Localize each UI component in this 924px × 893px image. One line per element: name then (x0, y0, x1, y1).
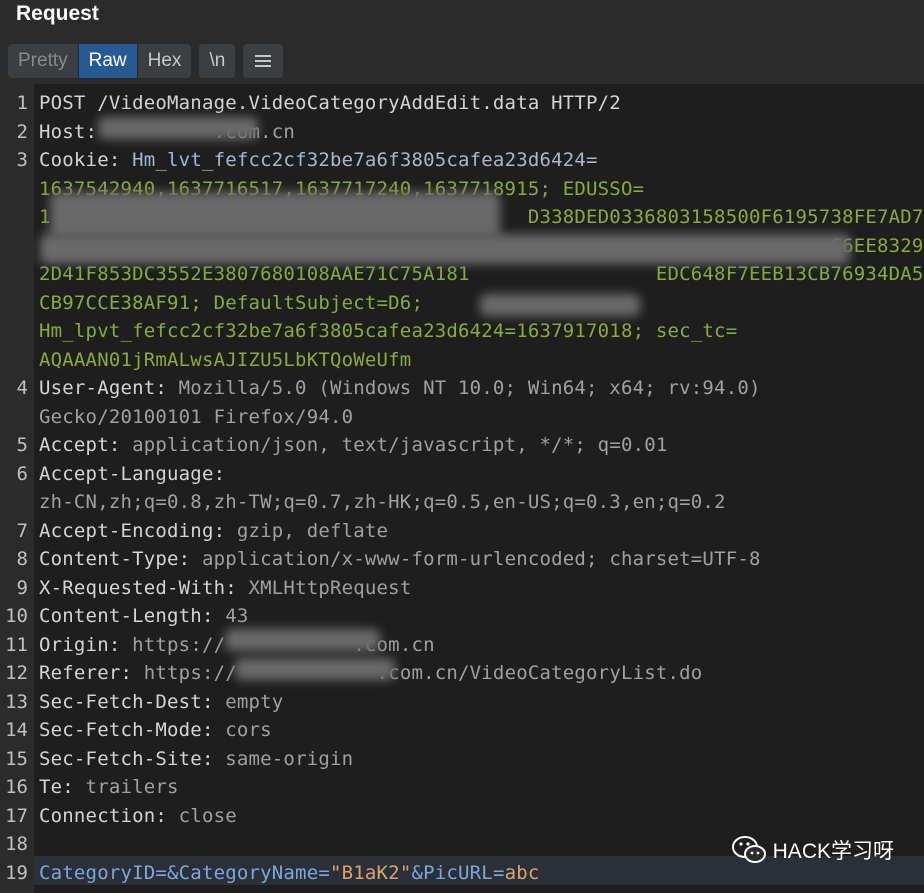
request-body-line: CategoryID=&CategoryName="B1aK2"&PicURL=… (39, 859, 540, 888)
header-value: same-origin (213, 747, 354, 770)
header-name: Te: (39, 776, 74, 798)
redaction-blur (480, 294, 640, 316)
line-number: 19 (5, 861, 28, 884)
hamburger-menu-icon (255, 55, 272, 67)
header-name: Accept: (39, 434, 121, 456)
request-line: Connection: close (39, 802, 237, 831)
line-number: 6 (16, 462, 28, 485)
request-line: Sec-Fetch-Mode: cors (39, 716, 272, 745)
header-value: Hm_lvt_fefcc2cf32be7a6f3805cafea23d6424= (120, 149, 598, 171)
header-value: Gecko/20100101 Firefox/94.0 (39, 405, 354, 428)
redaction-blur (98, 117, 258, 139)
line-number: 12 (5, 662, 28, 684)
header-value: close (167, 804, 237, 827)
header-value: trailers (73, 776, 179, 798)
line-number: 2 (16, 120, 28, 143)
request-line: Accept-Encoding: gzip, deflate (39, 517, 388, 546)
watermark: HACK学习呀 (731, 835, 894, 865)
request-line: X-Requested-With: XMLHttpRequest (39, 574, 411, 603)
header-value: empty (213, 690, 284, 713)
watermark-text: HACK学习呀 (772, 840, 894, 863)
header-value: AQAAAN01jRmALwsAJIZU5LbKTQoWeUfm (39, 348, 412, 371)
request-line: Gecko/20100101 Firefox/94.0 (39, 403, 353, 432)
request-line: Content-Type: application/x-www-form-url… (39, 545, 761, 574)
line-number: 8 (16, 548, 28, 570)
line-number: 5 (16, 434, 28, 456)
request-line: CB97CCE38AF91; DefaultSubject=D6; (39, 289, 423, 318)
header-value: Hm_lpvt_fefcc2cf32be7a6f3805cafea23d6424… (39, 320, 738, 342)
header-value: 43 (213, 605, 249, 627)
header-name: User-Agent: (39, 377, 168, 399)
header-value: XMLHttpRequest (236, 576, 412, 599)
header-value: https:// .com.cn/VideoCategoryList.do (132, 662, 703, 684)
request-line: User-Agent: Mozilla/5.0 (Windows NT 10.0… (39, 374, 761, 403)
line-number: 4 (16, 377, 28, 399)
request-line: Cookie: Hm_lvt_fefcc2cf32be7a6f3805cafea… (39, 146, 598, 175)
hex-tab[interactable]: Hex (137, 44, 192, 78)
view-toolbar: Pretty Raw Hex \n (8, 44, 284, 78)
request-line: Content-Length: 43 (39, 602, 249, 631)
pretty-tab[interactable]: Pretty (8, 44, 79, 78)
request-line: Te: trailers (39, 773, 179, 802)
request-line: Sec-Fetch-Dest: empty (39, 688, 283, 717)
redaction-blur (235, 658, 395, 680)
wechat-icon (731, 836, 766, 863)
header-value: zh-CN,zh;q=0.8,zh-TW;q=0.7,zh-HK;q=0.5,e… (39, 491, 726, 513)
header-value: cors (213, 719, 272, 741)
header-name: Cookie: (39, 149, 121, 171)
header-value: Mozilla/5.0 (Windows NT 10.0; Win64; x64… (167, 377, 761, 399)
line-number: 18 (5, 833, 28, 855)
request-line: zh-CN,zh;q=0.8,zh-TW;q=0.7,zh-HK;q=0.5,e… (39, 488, 726, 517)
redaction-blur (50, 192, 500, 238)
header-name: Accept-Encoding: (39, 519, 226, 542)
line-number: 1 (16, 92, 28, 114)
header-value: application/x-www-form-urlencoded; chars… (190, 548, 761, 570)
header-name: Accept-Language: (39, 462, 226, 485)
request-line: AQAAAN01jRmALwsAJIZU5LbKTQoWeUfm (39, 346, 411, 375)
line-number: 10 (5, 605, 28, 627)
options-menu-button[interactable] (243, 44, 284, 78)
header-name: Sec-Fetch-Dest: (39, 690, 214, 713)
request-line: Accept: application/json, text/javascrip… (39, 431, 668, 460)
line-number: 17 (5, 804, 28, 827)
raw-tab[interactable]: Raw (78, 44, 138, 78)
header-name: Origin: (39, 633, 121, 656)
request-line: Hm_lpvt_fefcc2cf32be7a6f3805cafea23d6424… (39, 317, 737, 346)
redaction-blur (225, 629, 380, 651)
line-number: 9 (16, 576, 28, 599)
line-number: 3 (16, 149, 28, 171)
redaction-blur (40, 234, 850, 264)
header-value: application/json, text/javascript, */*; … (120, 434, 668, 456)
line-number: 15 (5, 747, 28, 770)
request-line: 2D41F853DC3552E3807680108AAE71C75A181 ED… (39, 260, 924, 289)
request-line: Sec-Fetch-Site: same-origin (39, 745, 353, 774)
show-newlines-button[interactable]: \n (199, 44, 236, 78)
header-value: 2D41F853DC3552E3807680108AAE71C75A181 ED… (39, 263, 924, 285)
line-number-gutter: 1 2 3 4 5 6 7 8 9 10 11 12 13 14 15 16 17 18 19 (0, 84, 34, 893)
header-name: Content-Type: (39, 548, 191, 570)
request-line: Accept-Language: (39, 460, 225, 489)
header-name: Sec-Fetch-Site: (39, 747, 214, 770)
header-name: Referer: (39, 662, 133, 684)
body-param-key: &PicURL= (411, 861, 505, 884)
header-name: Sec-Fetch-Mode: (39, 719, 214, 741)
header-name: X-Requested-With: (39, 576, 237, 599)
line-number: 14 (5, 719, 28, 741)
header-value: gzip, deflate (225, 519, 389, 542)
body-param-value: "B1aK2" (329, 861, 412, 884)
body-param-value: abc (504, 861, 540, 884)
header-value: CB97CCE38AF91; DefaultSubject=D6; (39, 291, 424, 314)
header-name: Connection: (39, 804, 168, 827)
panel-title: Request (16, 2, 99, 25)
body-param-key: CategoryID=&CategoryName= (39, 861, 330, 884)
line-number: 16 (5, 776, 28, 798)
request-line: POST /VideoManage.VideoCategoryAddEdit.d… (39, 92, 621, 114)
line-number: 11 (5, 633, 28, 656)
line-number: 7 (16, 519, 28, 542)
header-name: Host: (39, 120, 98, 143)
line-number: 13 (5, 690, 28, 713)
header-name: Content-Length: (39, 605, 214, 627)
request-editor[interactable]: 1 2 3 4 5 6 7 8 9 10 11 12 13 14 15 16 17 18 19 POST /Vide… (0, 84, 924, 893)
